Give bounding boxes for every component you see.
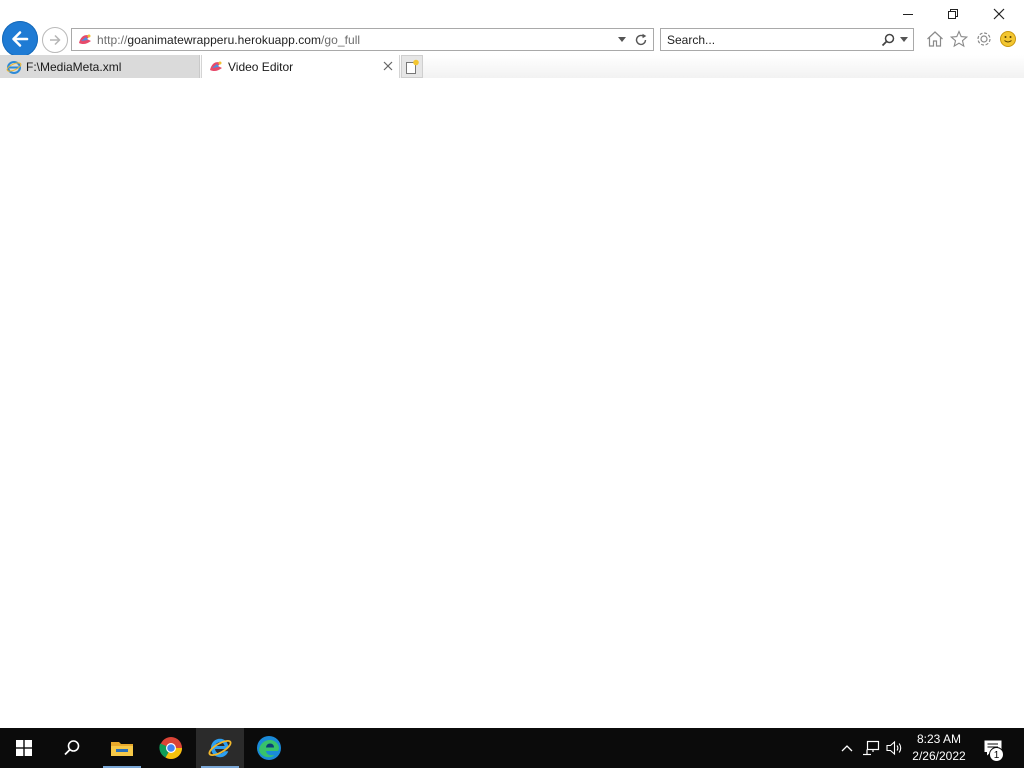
refresh-icon (635, 33, 647, 45)
address-dropdown-button[interactable] (615, 30, 629, 50)
search-dropdown-button[interactable] (897, 30, 911, 50)
tab-label: Video Editor (228, 59, 294, 74)
tools-button[interactable] (973, 28, 995, 50)
edge-icon (257, 736, 281, 760)
chevron-up-icon (841, 745, 853, 752)
tools-gear-icon (977, 32, 991, 46)
search-icon (881, 33, 895, 46)
search-icon (64, 740, 80, 756)
chevron-down-icon (618, 37, 626, 42)
taskbar: 8:23 AM 2/26/2022 1 (0, 728, 1024, 768)
internet-explorer-icon (208, 738, 232, 758)
new-tab-icon (406, 59, 419, 74)
volume-tray-button[interactable] (884, 728, 906, 768)
refresh-button[interactable] (631, 30, 651, 50)
site-favicon-icon (210, 61, 222, 71)
home-icon (927, 31, 943, 47)
page-content-area[interactable] (0, 78, 1024, 728)
clock-time: 8:23 AM (916, 732, 962, 746)
ie-icon (6, 60, 22, 74)
browser-chrome: http://goanimatewrapperu.herokuapp.com/g… (0, 0, 1024, 78)
address-bar[interactable]: http://goanimatewrapperu.herokuapp.com/g… (71, 28, 654, 51)
network-tray-button[interactable] (860, 728, 882, 768)
minimize-icon (903, 14, 913, 15)
tab-mediameta[interactable]: F:\MediaMeta.xml (0, 55, 200, 78)
feedback-smiley-icon (1000, 31, 1016, 47)
search-go-button[interactable] (879, 30, 897, 50)
network-icon (863, 740, 880, 756)
tab-label: F:\MediaMeta.xml (26, 59, 122, 74)
file-explorer-taskbar-button[interactable] (98, 728, 146, 768)
site-favicon-icon (79, 34, 91, 44)
taskbar-search-button[interactable] (48, 728, 96, 768)
forward-arrow-icon (50, 34, 61, 46)
notification-count-badge: 1 (989, 747, 1004, 762)
feedback-button[interactable] (997, 28, 1019, 50)
chevron-down-icon (900, 37, 908, 42)
url-scheme: http:// (97, 32, 128, 47)
tab-strip: F:\MediaMeta.xml Video Editor (0, 55, 1024, 78)
forward-button[interactable] (42, 27, 68, 53)
url-host: goanimatewrapperu.herokuapp.com (127, 32, 322, 47)
start-button[interactable] (0, 728, 48, 768)
minimize-button[interactable] (885, 0, 931, 28)
chrome-icon (159, 737, 182, 759)
tab-video-editor[interactable]: Video Editor (201, 55, 400, 78)
url-text[interactable]: http://goanimatewrapperu.herokuapp.com/g… (97, 33, 615, 47)
close-icon (993, 8, 1005, 20)
search-box[interactable] (660, 28, 914, 51)
close-window-button[interactable] (976, 0, 1022, 28)
url-path: /go_full (321, 32, 361, 47)
restore-button[interactable] (930, 0, 976, 28)
favorites-star-icon (950, 30, 968, 48)
internet-explorer-taskbar-button[interactable] (196, 728, 244, 768)
volume-icon (886, 740, 902, 756)
file-explorer-icon (111, 742, 133, 756)
edge-taskbar-button[interactable] (245, 728, 293, 768)
clock[interactable]: 8:23 AM 2/26/2022 (906, 728, 972, 768)
clock-date: 2/26/2022 (912, 749, 966, 763)
new-tab-button[interactable] (401, 55, 423, 78)
favorites-button[interactable] (948, 28, 970, 50)
back-button[interactable] (2, 21, 38, 57)
search-input[interactable] (661, 29, 879, 50)
close-tab-button[interactable] (381, 59, 395, 73)
action-center-button[interactable]: 1 (980, 728, 1006, 768)
back-arrow-icon (12, 31, 29, 47)
windows-start-icon (16, 740, 32, 756)
home-button[interactable] (924, 28, 946, 50)
restore-icon (948, 9, 958, 19)
close-icon (383, 61, 393, 71)
show-hidden-icons-button[interactable] (838, 728, 856, 768)
chrome-taskbar-button[interactable] (147, 728, 195, 768)
